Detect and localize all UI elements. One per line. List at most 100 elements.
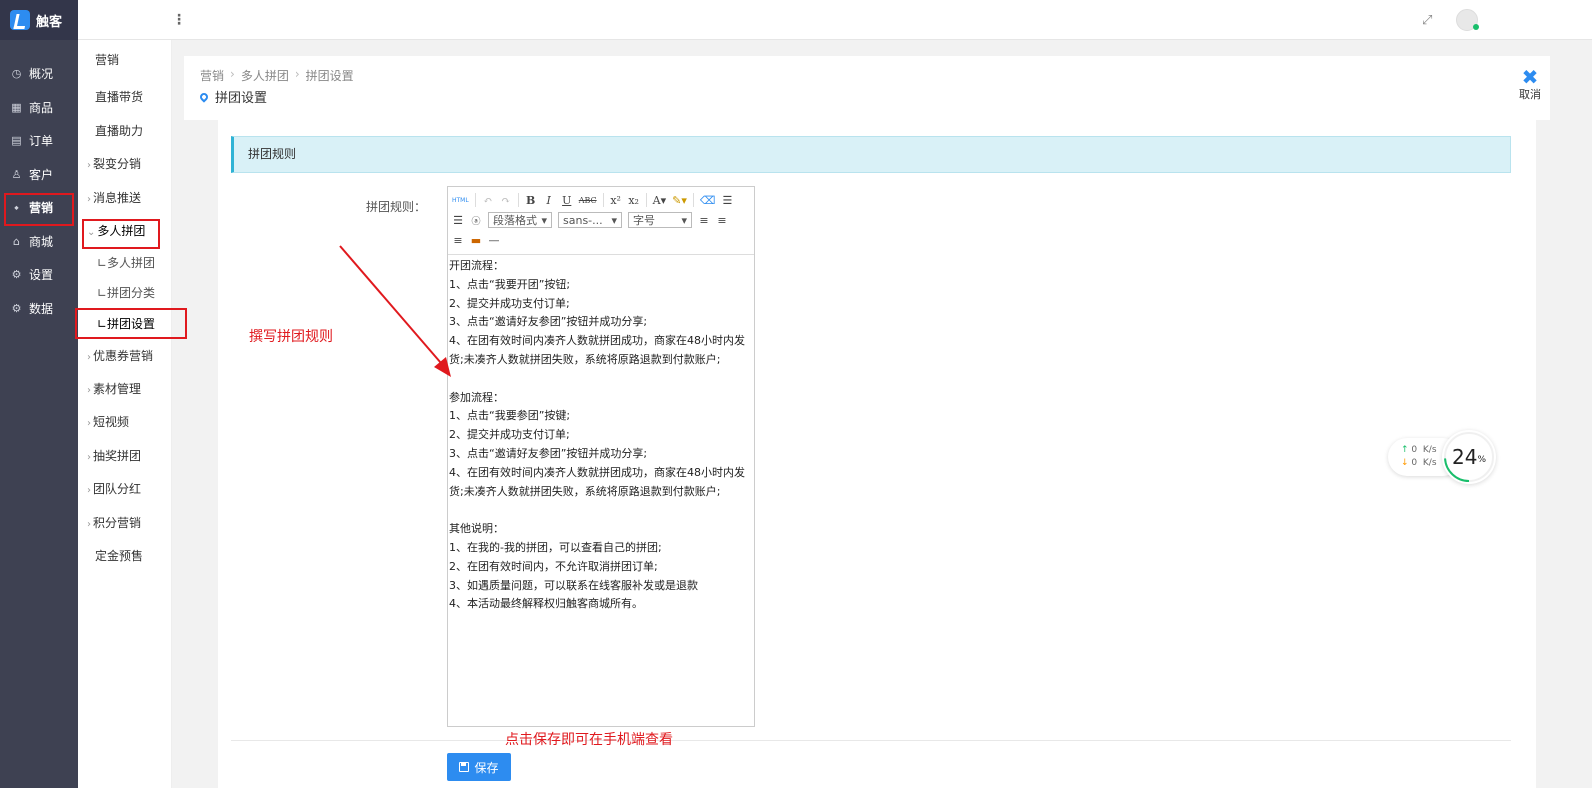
- gear-icon: ⚙: [11, 301, 22, 315]
- subnav-child-group-buy[interactable]: ∟多人拼团: [78, 251, 172, 275]
- annotation-write-rules: 撰写拼团规则: [249, 329, 333, 345]
- main-nav: ◷ 概况 ▦ 商品 ▤ 订单 ♙ 客户 ⬩ 营销 ⌂ 商城 ⚙ 设置 ⚙ 数据: [0, 57, 78, 325]
- subnav-item-presale[interactable]: 定金预售: [78, 544, 172, 568]
- sidebar-item-label: 商城: [29, 234, 54, 249]
- sidebar-item-label: 客户: [29, 167, 54, 182]
- sidebar-item-products[interactable]: ▦ 商品: [0, 91, 78, 125]
- ordered-list-icon[interactable]: ☰: [721, 192, 733, 208]
- highlight-group-buy: [82, 219, 160, 249]
- toolbar-separator: [602, 193, 604, 207]
- sidebar-item-orders[interactable]: ▤ 订单: [0, 124, 78, 158]
- breadcrumb-separator: ›: [294, 67, 300, 81]
- secondary-nav: 营销 直播带货 直播助力 › 裂变分销 › 消息推送 ⌄ 多人拼团 ∟多人拼团 ∟拼团…: [75, 40, 187, 788]
- eraser-icon[interactable]: ⌫: [700, 192, 716, 208]
- chevron-right-icon: ›: [87, 418, 91, 429]
- subnav-item-short-video[interactable]: › 短视频: [78, 410, 172, 434]
- user-icon: ♙: [11, 167, 22, 181]
- chevron-right-icon: ›: [87, 485, 91, 496]
- underline-icon[interactable]: U: [561, 192, 573, 208]
- superscript-icon[interactable]: x²: [610, 192, 622, 208]
- chevron-right-icon: ›: [87, 352, 91, 363]
- page-header: 营销 › 多人拼团 › 拼团设置 拼团设置 ✖ 取消: [184, 56, 1550, 120]
- chevron-right-icon: ›: [87, 194, 91, 205]
- subnav-item-push[interactable]: › 消息推送: [78, 186, 172, 210]
- subnav-item-coupons[interactable]: › 优惠券营销: [78, 344, 172, 368]
- toolbar-separator: [692, 193, 694, 207]
- chevron-right-icon: ›: [87, 385, 91, 396]
- sidebar-item-label: 营销: [29, 201, 54, 216]
- subnav-item-materials[interactable]: › 素材管理: [78, 377, 172, 401]
- font-size-select[interactable]: 字号 ▾: [628, 212, 692, 228]
- gauge-value: 24%: [1451, 445, 1486, 469]
- upload-arrow-icon: ↑: [1401, 445, 1409, 455]
- tag-icon: ⬩: [14, 200, 19, 214]
- sidebar-item-label: 商品: [29, 100, 54, 115]
- sidebar-item-customers[interactable]: ♙ 客户: [0, 158, 78, 192]
- breadcrumb-item: 拼团设置: [305, 69, 354, 83]
- breadcrumb-item[interactable]: 多人拼团: [241, 67, 289, 84]
- subnav-item-marketing[interactable]: 营销: [78, 48, 172, 72]
- highlight-color-icon[interactable]: ✎▾: [672, 192, 687, 208]
- font-color-icon[interactable]: A▾: [653, 192, 666, 208]
- align-center-icon[interactable]: ≡: [716, 212, 728, 228]
- subnav-item-live-sales[interactable]: 直播带货: [78, 85, 172, 109]
- location-pin-icon: [198, 90, 210, 103]
- bold-icon[interactable]: B: [525, 192, 537, 208]
- rich-text-editor[interactable]: HTML ↶ ↷ B I U ABC x² x₂ A▾ ✎▾ ⌫ ☰ ☰ ⓐ 段…: [447, 186, 755, 727]
- toolbar-separator: [474, 193, 476, 207]
- main-content: 营销 › 多人拼团 › 拼团设置 拼团设置 ✖ 取消 拼团规则 拼团规则： HT…: [184, 56, 1550, 788]
- breadcrumb-item[interactable]: 营销: [200, 67, 224, 84]
- toolbar-separator: [517, 193, 519, 207]
- align-left-icon[interactable]: ≡: [698, 212, 710, 228]
- redo-icon[interactable]: ↷: [500, 192, 512, 208]
- subnav-child-group-category[interactable]: ∟拼团分类: [78, 281, 172, 305]
- avatar[interactable]: [1456, 9, 1479, 31]
- subnav-item-live-boost[interactable]: 直播助力: [78, 119, 172, 143]
- save-button[interactable]: 保存: [447, 753, 511, 781]
- italic-icon[interactable]: I: [543, 192, 555, 208]
- main-sidebar: 触客 ◷ 概况 ▦ 商品 ▤ 订单 ♙ 客户 ⬩ 营销 ⌂ 商城 ⚙ 设置 ⚙ …: [0, 0, 78, 788]
- horizontal-rule-icon[interactable]: —: [488, 232, 500, 248]
- strikethrough-icon[interactable]: ABC: [579, 192, 597, 208]
- network-speed-widget[interactable]: ↑ 0 K/s ↓ 0 K/s 24%: [1388, 430, 1498, 484]
- store-icon: ⌂: [13, 234, 20, 248]
- sidebar-item-data[interactable]: ⚙ 数据: [0, 292, 78, 326]
- logo[interactable]: 触客: [0, 0, 78, 40]
- undo-icon[interactable]: ↶: [482, 192, 494, 208]
- annotation-arrow: [339, 245, 451, 377]
- font-family-select[interactable]: sans-... ▾: [558, 212, 622, 228]
- fullscreen-icon[interactable]: ⤢: [1422, 13, 1436, 28]
- unordered-list-icon[interactable]: ☰: [452, 212, 464, 228]
- sidebar-item-overview[interactable]: ◷ 概况: [0, 57, 78, 91]
- sidebar-item-label: 概况: [29, 67, 54, 82]
- sidebar-item-store[interactable]: ⌂ 商城: [0, 225, 78, 259]
- usage-gauge: 24%: [1442, 430, 1496, 484]
- cancel-button[interactable]: ✖ 取消: [1518, 67, 1542, 102]
- more-vertical-icon[interactable]: ⋮: [172, 12, 186, 28]
- sidebar-item-marketing[interactable]: ⬩ 营销: [0, 191, 78, 226]
- calendar-icon: ▤: [11, 134, 22, 148]
- image-icon[interactable]: ▬: [470, 232, 482, 248]
- annotation-save-hint: 点击保存即可在手机端查看: [505, 732, 673, 748]
- subnav-item-team-dividend[interactable]: › 团队分红: [78, 477, 172, 501]
- dashboard-icon: ◷: [11, 67, 22, 81]
- html-source-button[interactable]: HTML: [452, 192, 469, 208]
- format-icon[interactable]: ⓐ: [470, 212, 482, 228]
- editor-toolbar: HTML ↶ ↷ B I U ABC x² x₂ A▾ ✎▾ ⌫ ☰ ☰ ⓐ 段…: [448, 187, 754, 255]
- download-arrow-icon: ↓: [1401, 458, 1409, 468]
- editor-content[interactable]: 开团流程： 1、点击“我要开团”按钮; 2、提交并成功支付订单; 3、点击“邀请…: [448, 255, 754, 616]
- subnav-item-lottery-group[interactable]: › 抽奖拼团: [78, 444, 172, 468]
- save-icon: [459, 762, 470, 772]
- paragraph-format-select[interactable]: 段落格式 ▾: [488, 212, 552, 228]
- cancel-label: 取消: [1519, 88, 1541, 101]
- rules-field-label: 拼团规则：: [366, 200, 427, 214]
- grid-icon: ▦: [11, 100, 22, 114]
- page-title: 拼团设置: [198, 87, 267, 106]
- chevron-right-icon: ›: [87, 452, 91, 463]
- sidebar-item-settings[interactable]: ⚙ 设置: [0, 258, 78, 292]
- form-card: 拼团规则 拼团规则： HTML ↶ ↷ B I U ABC x² x₂ A▾ ✎…: [218, 120, 1536, 788]
- subscript-icon[interactable]: x₂: [628, 192, 640, 208]
- subnav-item-points[interactable]: › 积分营销: [78, 511, 172, 535]
- subnav-item-fission[interactable]: › 裂变分销: [78, 152, 172, 176]
- form-divider: [231, 740, 1511, 741]
